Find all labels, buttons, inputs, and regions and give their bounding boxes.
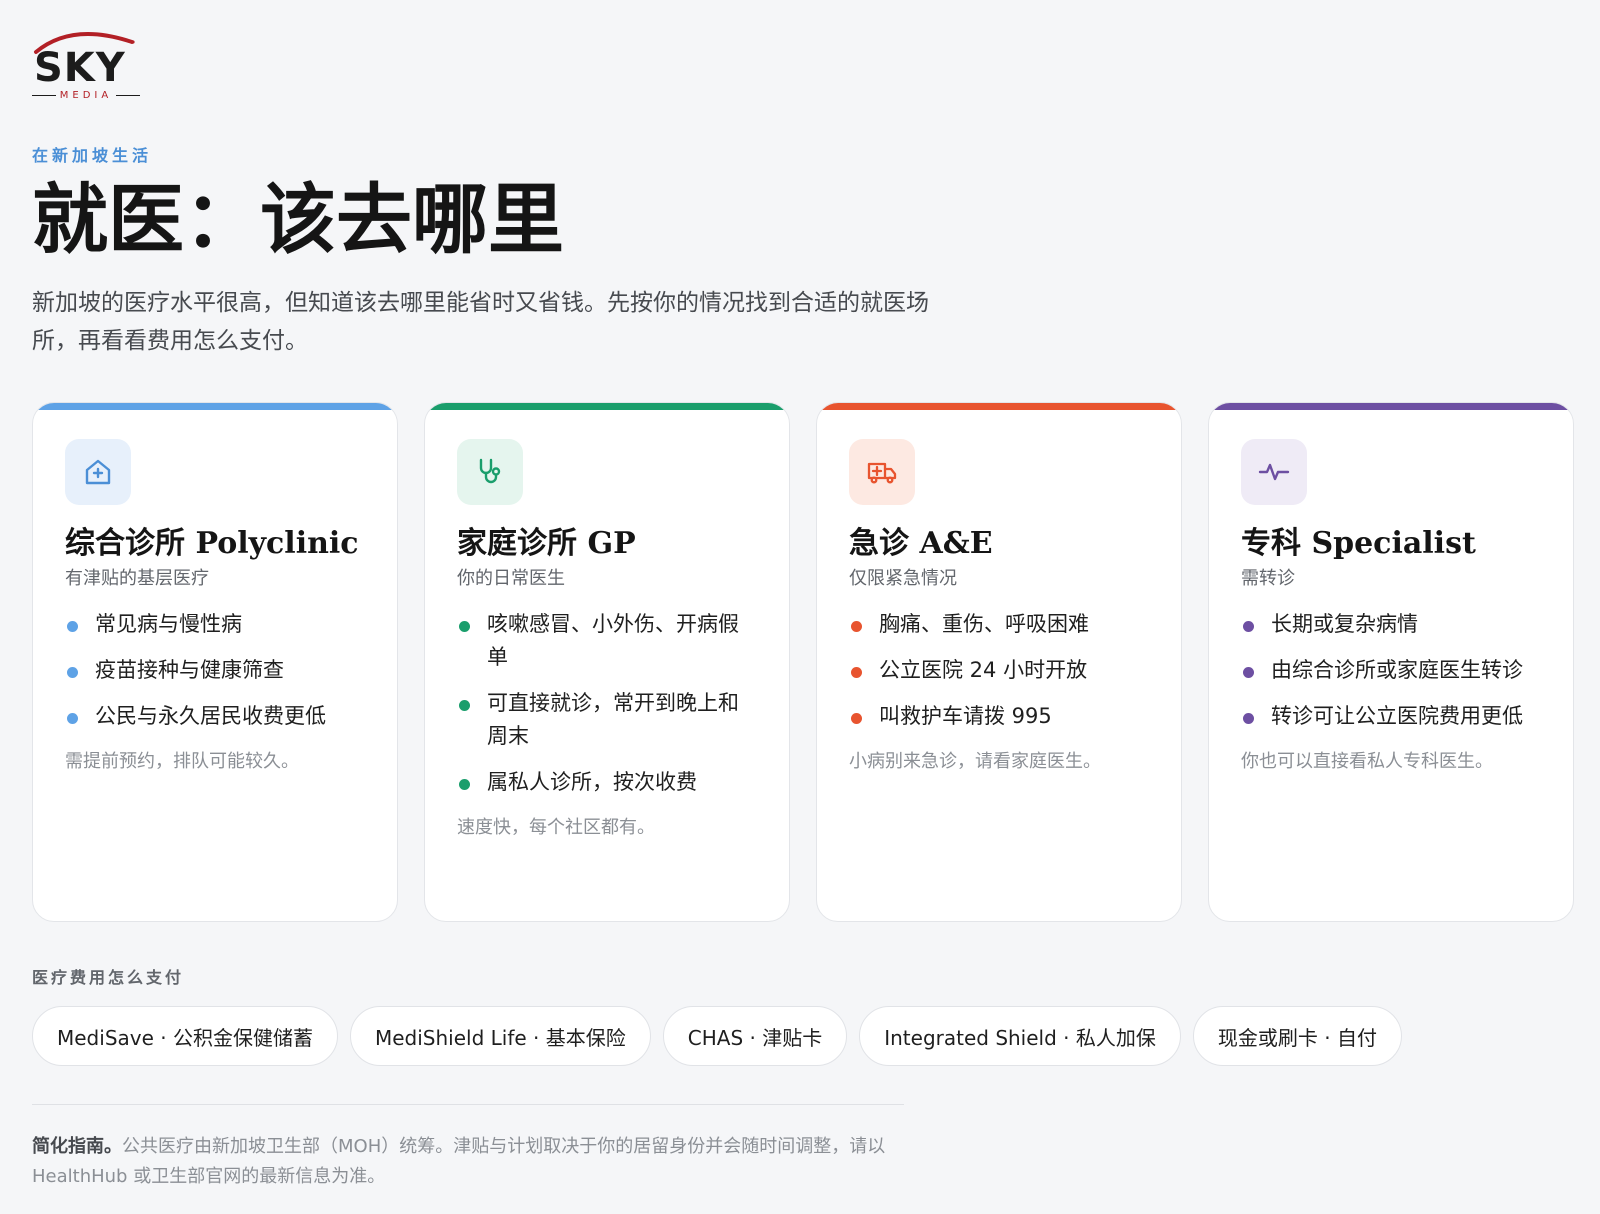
intro-paragraph: 新加坡的医疗水平很高，但知道该去哪里能省时又省钱。先按你的情况找到合适的就医场所… bbox=[32, 290, 929, 354]
chip-integrated-shield[interactable]: Integrated Shield · 私人加保 bbox=[859, 1006, 1181, 1066]
logo-word: SKY bbox=[34, 45, 126, 91]
list-item: 咳嗽感冒、小外伤、开病假单 bbox=[457, 608, 757, 674]
bullet-dot bbox=[851, 667, 862, 678]
card-subtitle: 需转诊 bbox=[1241, 568, 1295, 589]
list-item: 属私人诊所，按次收费 bbox=[457, 766, 757, 799]
card-note: 小病别来急诊，请看家庭医生。 bbox=[849, 751, 1101, 772]
card-subtitle: 你的日常医生 bbox=[457, 568, 565, 589]
bullet-dot bbox=[851, 713, 862, 724]
card-polyclinic: 综合诊所 Polyclinic 有津贴的基层医疗 常见病与慢性病 疫苗接种与健康… bbox=[32, 402, 398, 922]
bullet-dot bbox=[67, 621, 78, 632]
logo-subtitle: MEDIA bbox=[32, 90, 140, 101]
list-item: 常见病与慢性病 bbox=[65, 608, 365, 641]
chip-medisave[interactable]: MediSave · 公积金保健储蓄 bbox=[32, 1006, 338, 1066]
card-title: 综合诊所 Polyclinic bbox=[65, 526, 359, 561]
payment-chips: MediSave · 公积金保健储蓄 MediShield Life · 基本保… bbox=[32, 1006, 1402, 1066]
card-title: 家庭诊所 GP bbox=[457, 526, 636, 561]
bullet-dot bbox=[459, 621, 470, 632]
card-icon-box bbox=[1241, 439, 1307, 505]
footnote: 简化指南。公共医疗由新加坡卫生部（MOH）统筹。津贴与计划取决于你的居留身份并会… bbox=[32, 1132, 904, 1192]
card-icon-box bbox=[65, 439, 131, 505]
footnote-lead: 简化指南。 bbox=[32, 1136, 122, 1157]
card-list: 常见病与慢性病 疫苗接种与健康筛查 公民与永久居民收费更低 bbox=[65, 608, 365, 733]
bullet-dot bbox=[1243, 667, 1254, 678]
card-specialist: 专科 Specialist 需转诊 长期或复杂病情 由综合诊所或家庭医生转诊 转… bbox=[1208, 402, 1574, 922]
card-title: 急诊 A&E bbox=[849, 526, 993, 561]
card-accent-bar bbox=[33, 403, 397, 410]
card-emergency: 急诊 A&E 仅限紧急情况 胸痛、重伤、呼吸困难 公立医院 24 小时开放 叫救… bbox=[816, 402, 1182, 922]
card-note: 速度快，每个社区都有。 bbox=[457, 817, 655, 838]
ambulance-icon bbox=[867, 462, 897, 484]
bullet-dot bbox=[851, 621, 862, 632]
chip-chas[interactable]: CHAS · 津贴卡 bbox=[662, 1006, 848, 1066]
bullet-dot bbox=[1243, 621, 1254, 632]
logo-sub-text: MEDIA bbox=[59, 90, 113, 101]
bullet-dot bbox=[67, 713, 78, 724]
card-subtitle: 仅限紧急情况 bbox=[849, 568, 957, 589]
house-plus-icon bbox=[85, 459, 111, 485]
list-item: 疫苗接种与健康筛查 bbox=[65, 654, 365, 687]
list-item: 公立医院 24 小时开放 bbox=[849, 654, 1149, 687]
card-accent-bar bbox=[1209, 403, 1573, 410]
page: SKY MEDIA 在新加坡生活 就医：该去哪里 新加坡的医疗水平很高，但知道该… bbox=[0, 0, 1600, 1214]
divider bbox=[32, 1104, 904, 1105]
eyebrow-label: 在新加坡生活 bbox=[32, 146, 153, 165]
card-title: 专科 Specialist bbox=[1241, 526, 1476, 561]
stethoscope-icon bbox=[479, 458, 501, 484]
footnote-text: 公共医疗由新加坡卫生部（MOH）统筹。津贴与计划取决于你的居留身份并会随时间调整… bbox=[32, 1136, 886, 1187]
list-item: 长期或复杂病情 bbox=[1241, 608, 1541, 641]
card-note: 需提前预约，排队可能较久。 bbox=[65, 751, 299, 772]
bullet-dot bbox=[1243, 713, 1254, 724]
bullet-dot bbox=[67, 667, 78, 678]
list-item: 转诊可让公立医院费用更低 bbox=[1241, 700, 1541, 733]
card-accent-bar bbox=[425, 403, 789, 410]
card-subtitle: 有津贴的基层医疗 bbox=[65, 568, 209, 589]
list-item: 胸痛、重伤、呼吸困难 bbox=[849, 608, 1149, 641]
card-accent-bar bbox=[817, 403, 1181, 410]
list-item: 可直接就诊，常开到晚上和周末 bbox=[457, 687, 757, 753]
list-item: 公民与永久居民收费更低 bbox=[65, 700, 365, 733]
bullet-dot bbox=[459, 700, 470, 711]
bullet-dot bbox=[459, 779, 470, 790]
pulse-icon bbox=[1258, 463, 1290, 481]
list-item: 由综合诊所或家庭医生转诊 bbox=[1241, 654, 1541, 687]
care-options: 综合诊所 Polyclinic 有津贴的基层医疗 常见病与慢性病 疫苗接种与健康… bbox=[32, 402, 1574, 922]
page-title: 就医：该去哪里 bbox=[32, 175, 564, 264]
chip-medishield-life[interactable]: MediShield Life · 基本保险 bbox=[349, 1006, 651, 1066]
card-gp: 家庭诊所 GP 你的日常医生 咳嗽感冒、小外伤、开病假单 可直接就诊，常开到晚上… bbox=[424, 402, 790, 922]
payment-section-label: 医疗费用怎么支付 bbox=[32, 968, 185, 987]
card-note: 你也可以直接看私人专科医生。 bbox=[1241, 751, 1493, 772]
card-list: 长期或复杂病情 由综合诊所或家庭医生转诊 转诊可让公立医院费用更低 bbox=[1241, 608, 1541, 733]
card-icon-box bbox=[457, 439, 523, 505]
card-icon-box bbox=[849, 439, 915, 505]
list-item: 叫救护车请拨 995 bbox=[849, 700, 1149, 733]
card-list: 胸痛、重伤、呼吸困难 公立医院 24 小时开放 叫救护车请拨 995 bbox=[849, 608, 1149, 733]
sky-media-logo: SKY MEDIA bbox=[32, 28, 140, 101]
card-list: 咳嗽感冒、小外伤、开病假单 可直接就诊，常开到晚上和周末 属私人诊所，按次收费 bbox=[457, 608, 757, 799]
chip-cash-or-card[interactable]: 现金或刷卡 · 自付 bbox=[1192, 1006, 1402, 1066]
